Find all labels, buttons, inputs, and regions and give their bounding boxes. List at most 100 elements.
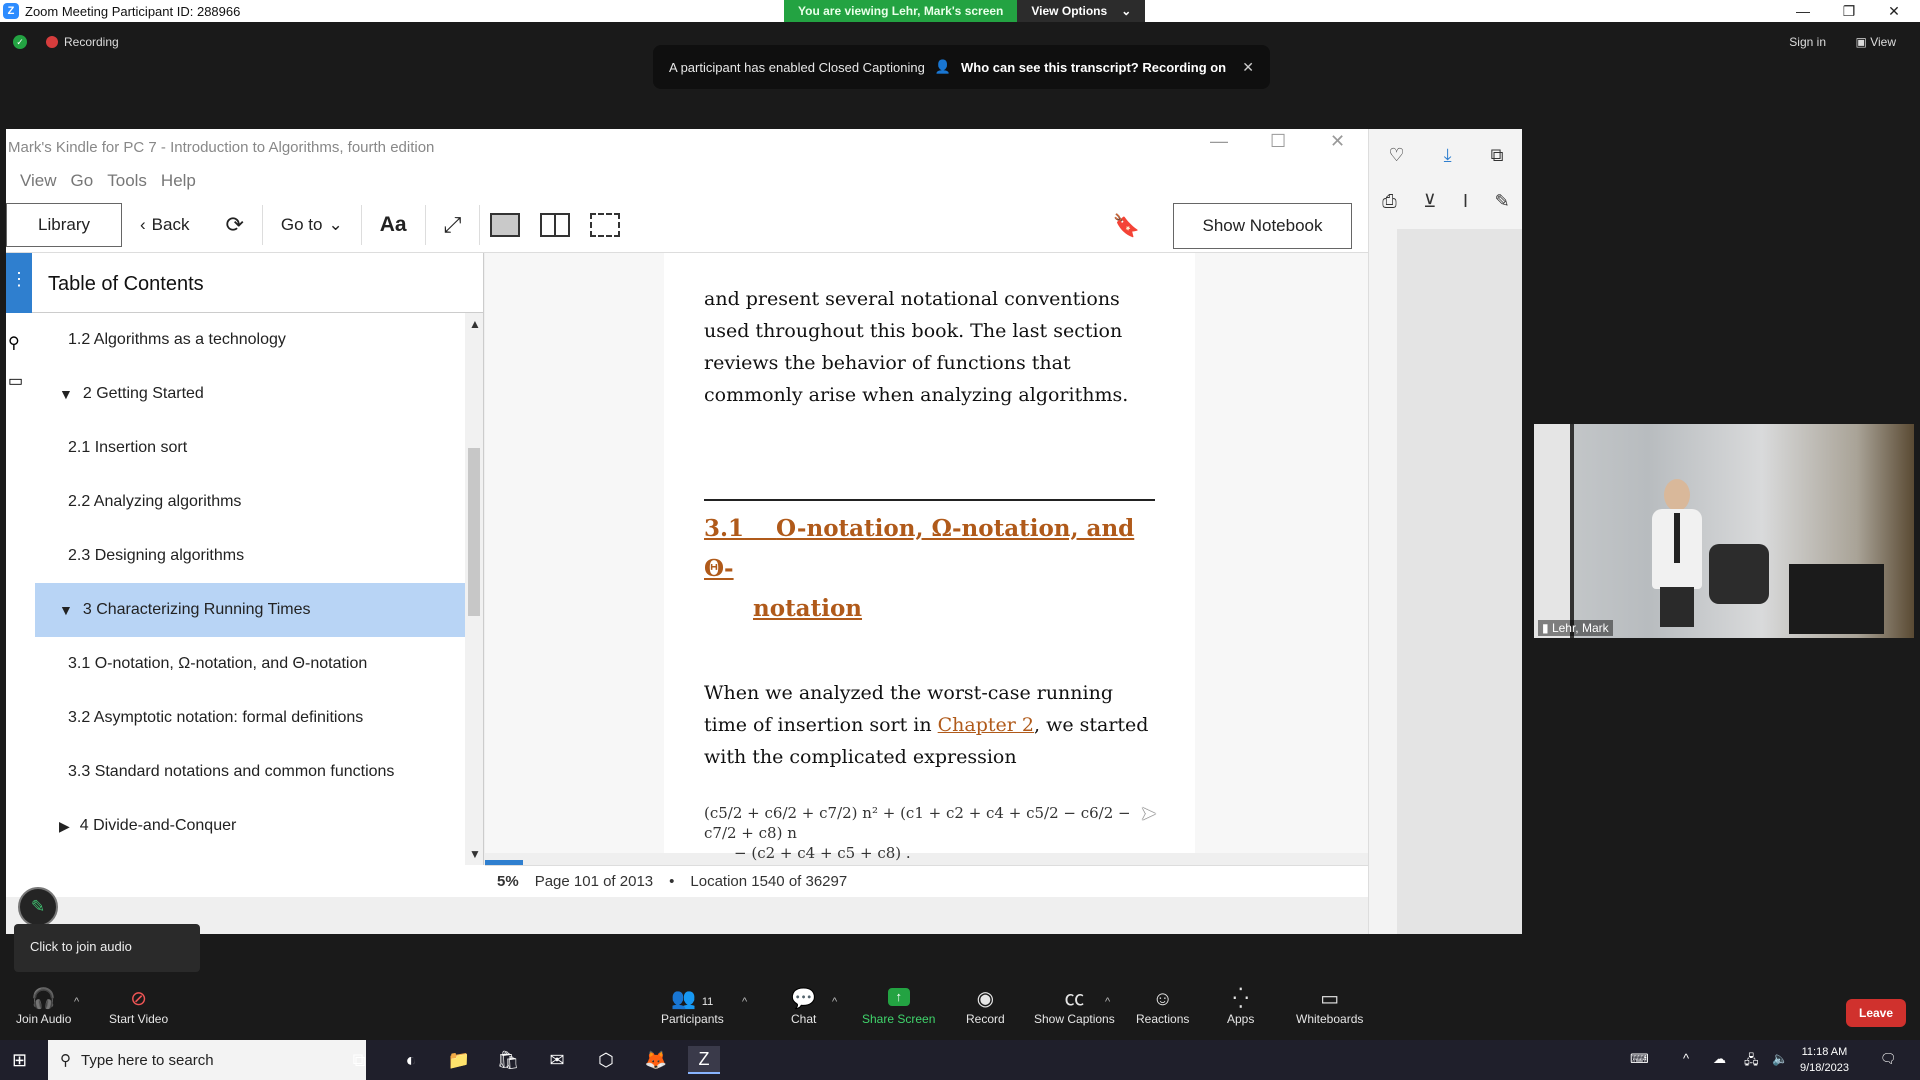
toc-item[interactable]: 3.2 Asymptotic notation: formal definiti… — [35, 691, 467, 745]
kindle-status-bar: 5% Page 101 of 2013 • Location 1540 of 3… — [485, 865, 1368, 897]
network-icon[interactable]: 🖧 — [1744, 1051, 1759, 1073]
toc-scrollbar[interactable]: ▲ ▼ — [465, 313, 483, 865]
close-icon[interactable]: ✕ — [1242, 59, 1254, 76]
recording-icon — [46, 36, 58, 48]
pen-icon[interactable]: ✎ — [1495, 191, 1510, 212]
start-video-button[interactable]: ⊘ Start Video — [109, 986, 168, 1032]
sync-icon[interactable]: ⟳ — [207, 203, 261, 247]
toc-menu-icon[interactable]: ⋮ — [6, 253, 32, 313]
library-button[interactable]: Library — [6, 202, 122, 247]
toc-item[interactable]: 2.2 Analyzing algorithms — [35, 475, 467, 529]
toc-item[interactable]: ▼ 2 Getting Started — [35, 367, 467, 421]
annotate-pen-icon[interactable]: ✎ — [18, 887, 58, 927]
mail-icon[interactable]: ✉ — [541, 1046, 573, 1074]
print-icon[interactable]: ⎙ — [1382, 191, 1396, 212]
collapse-arrow-icon[interactable]: ▼ — [59, 386, 73, 402]
reactions-button[interactable]: ☺ Reactions — [1136, 986, 1189, 1032]
menu-view[interactable]: View — [20, 171, 57, 193]
scroll-thumb[interactable] — [468, 448, 480, 616]
toc-list: 1.2 Algorithms as a technology ▼ 2 Getting… — [35, 313, 467, 853]
toc-item[interactable]: ▼ 3 Characterizing Running Times — [35, 583, 467, 637]
volume-icon[interactable]: 🔈 — [1772, 1051, 1788, 1067]
leave-button[interactable]: Leave — [1846, 999, 1906, 1027]
keyboard-icon[interactable]: ⌨ — [1630, 1051, 1649, 1067]
scroll-down-icon[interactable]: ▼ — [469, 847, 481, 861]
section-heading-line-2[interactable]: notation — [704, 589, 1155, 629]
view-options-button[interactable]: View Options ⌄ — [1017, 0, 1146, 22]
single-column-view-icon[interactable] — [490, 212, 521, 237]
restore-button[interactable]: ❐ — [1829, 0, 1869, 22]
scroll-up-icon[interactable]: ▲ — [469, 317, 481, 331]
whiteboards-button[interactable]: ▭ Whiteboards — [1296, 986, 1363, 1032]
show-notebook-button[interactable]: Show Notebook — [1173, 203, 1352, 249]
download-icon[interactable]: ⤓ — [1444, 145, 1452, 166]
pocket-icon[interactable]: ♡ — [1389, 145, 1405, 166]
cc-who-link[interactable]: Who can see this transcript? Recording o… — [961, 60, 1226, 75]
flashcards-icon[interactable]: ▭ — [8, 371, 23, 391]
chapter-2-link[interactable]: Chapter 2 — [938, 714, 1034, 736]
section-heading[interactable]: 3.1 O-notation, Ω-notation, and Θ- — [704, 509, 1155, 589]
collapse-arrow-icon[interactable]: ▼ — [59, 602, 73, 618]
toc-item[interactable]: ▶ 4 Divide-and-Conquer — [35, 799, 467, 853]
notifications-icon[interactable]: 🗨 — [1880, 1051, 1897, 1067]
two-column-view-icon[interactable] — [540, 212, 571, 237]
font-settings-button[interactable]: Aa — [362, 203, 425, 247]
tray-caret-icon[interactable]: ^ — [1683, 1051, 1689, 1066]
kindle-close-icon[interactable]: ✕ — [1330, 131, 1345, 152]
app-icon[interactable]: ⬡ — [590, 1046, 622, 1074]
page-flip-view-icon[interactable] — [590, 212, 621, 237]
screen: Z Zoom Meeting Participant ID: 288966 Yo… — [0, 0, 1920, 1080]
extensions-icon[interactable]: ⧉ — [1491, 145, 1504, 166]
participants-button[interactable]: 👥 11 Participants — [661, 986, 724, 1032]
participant-video[interactable]: ▮ Lehr, Mark — [1534, 424, 1914, 638]
minimize-button[interactable]: — — [1783, 0, 1823, 22]
onedrive-icon[interactable]: ☁ — [1713, 1051, 1726, 1067]
text-cursor-icon[interactable]: I — [1463, 191, 1468, 212]
shield-icon[interactable]: ✓ — [13, 35, 27, 49]
close-button[interactable]: ✕ — [1874, 0, 1914, 22]
kindle-maximize-icon[interactable]: ☐ — [1270, 131, 1286, 152]
start-video-label: Start Video — [109, 1012, 169, 1026]
back-button[interactable]: ‹ Back — [122, 203, 207, 247]
toc-item[interactable]: 3.1 O-notation, Ω-notation, and Θ-notati… — [35, 637, 467, 691]
bookmark-icon[interactable]: 🔖 — [1113, 213, 1140, 239]
chat-button[interactable]: 💬 Chat — [791, 986, 816, 1032]
show-captions-button[interactable]: ㏄ Show Captions — [1034, 986, 1115, 1032]
expand-arrow-icon[interactable]: ▶ — [59, 818, 70, 835]
save-icon[interactable]: ⊻ — [1423, 191, 1436, 212]
search-icon[interactable]: ⚲ — [8, 333, 20, 353]
file-explorer-icon[interactable]: 📁 — [443, 1046, 475, 1074]
share-screen-button[interactable]: ↑ Share Screen — [862, 986, 935, 1032]
menu-go[interactable]: Go — [71, 171, 94, 193]
toc-item[interactable]: 1.2 Algorithms as a technology — [35, 313, 467, 367]
toc-item[interactable]: 3.3 Standard notations and common functi… — [35, 745, 467, 799]
toc-item[interactable]: 2.1 Insertion sort — [35, 421, 467, 475]
menu-tools[interactable]: Tools — [107, 171, 147, 193]
taskbar-clock[interactable]: 11:18 AM 9/18/2023 — [1800, 1044, 1849, 1076]
zoom-taskbar-icon[interactable]: Z — [688, 1046, 720, 1074]
taskbar-search-box[interactable]: ⚲ Type here to search — [48, 1040, 366, 1080]
edge-icon[interactable]: ◐ — [395, 1046, 427, 1074]
chat-icon: 💬 — [791, 988, 817, 1010]
captions-caret-icon[interactable]: ^ — [1105, 996, 1110, 1008]
toc-item[interactable]: 2.3 Designing algorithms — [35, 529, 467, 583]
search-placeholder: Type here to search — [81, 1051, 214, 1069]
sign-in-link[interactable]: Sign in — [1789, 35, 1826, 49]
store-icon[interactable]: 🛍 — [492, 1046, 524, 1074]
chevron-down-icon: ⌄ — [328, 214, 343, 234]
menu-help[interactable]: Help — [161, 171, 196, 193]
fullscreen-icon[interactable]: ⤢ — [426, 203, 480, 247]
task-view-icon[interactable]: ⧉ — [343, 1046, 375, 1074]
clock-time: 11:18 AM — [1801, 1046, 1848, 1058]
audio-options-caret-icon[interactable]: ^ — [74, 996, 79, 1008]
goto-button[interactable]: Go to ⌄ — [263, 203, 361, 247]
join-audio-button[interactable]: 🎧 Join Audio — [16, 986, 71, 1032]
kindle-minimize-icon[interactable]: — — [1210, 131, 1228, 152]
windows-start-icon[interactable]: ⊞ — [12, 1050, 27, 1071]
participants-caret-icon[interactable]: ^ — [742, 996, 747, 1008]
apps-button[interactable]: ⁛ Apps — [1227, 986, 1254, 1032]
view-button[interactable]: ▣ View — [1856, 35, 1896, 49]
chat-caret-icon[interactable]: ^ — [832, 996, 837, 1008]
firefox-icon[interactable]: 🦊 — [640, 1046, 672, 1074]
record-button[interactable]: ◉ Record — [966, 986, 1005, 1032]
